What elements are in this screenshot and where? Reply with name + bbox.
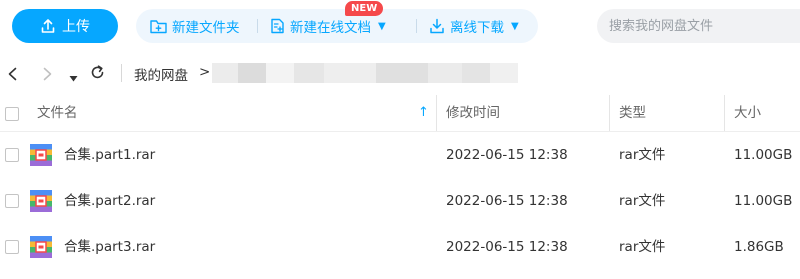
upload-button[interactable]: 上传 (12, 9, 118, 43)
table-row[interactable]: 合集.part3.rar 2022-06-15 12:38 rar文件 1.86… (0, 224, 800, 270)
file-size: 11.00GB (734, 147, 793, 163)
column-divider[interactable] (724, 95, 725, 131)
row-checkbox[interactable] (5, 194, 19, 208)
history-dropdown-button[interactable] (69, 68, 78, 87)
column-divider[interactable] (609, 95, 610, 131)
table-row[interactable]: 合集.part2.rar 2022-06-15 12:38 rar文件 11.0… (0, 178, 800, 224)
select-all-checkbox[interactable] (5, 107, 19, 121)
file-modified: 2022-06-15 12:38 (446, 147, 568, 163)
new-online-doc-label: 新建在线文档 (290, 20, 371, 36)
file-name[interactable]: 合集.part1.rar (64, 132, 155, 178)
rar-file-icon (30, 190, 52, 212)
column-header-type[interactable]: 类型 (619, 95, 646, 131)
dropdown-icon (69, 76, 78, 82)
file-type: rar文件 (619, 147, 666, 163)
file-modified: 2022-06-15 12:38 (446, 193, 568, 209)
redacted-path (266, 63, 294, 83)
new-folder-button[interactable]: 新建文件夹 (150, 9, 240, 43)
offline-download-button[interactable]: 离线下载 ▼ (429, 9, 519, 43)
column-header-modified[interactable]: 修改时间 (446, 95, 500, 131)
redacted-path (462, 63, 490, 83)
new-folder-icon (150, 19, 167, 33)
rar-file-icon (30, 236, 52, 258)
chevron-down-icon: ▼ (378, 20, 386, 32)
file-name[interactable]: 合集.part2.rar (64, 178, 155, 224)
offline-download-label: 离线下载 (450, 20, 504, 36)
separator (416, 19, 417, 33)
redacted-path (294, 63, 324, 83)
file-modified: 2022-06-15 12:38 (446, 239, 568, 255)
forward-icon (43, 67, 52, 81)
file-size: 11.00GB (734, 193, 793, 209)
redacted-path (376, 63, 428, 83)
new-folder-label: 新建文件夹 (172, 20, 240, 36)
separator (257, 19, 258, 33)
refresh-button[interactable] (90, 65, 105, 84)
sort-arrow-icon[interactable]: ↑ (418, 95, 429, 131)
row-checkbox[interactable] (5, 240, 19, 254)
file-type: rar文件 (619, 193, 666, 209)
table-header: 文件名 ↑ 修改时间 类型 大小 (0, 95, 800, 132)
upload-label: 上传 (62, 19, 90, 35)
column-divider[interactable] (436, 95, 437, 131)
redacted-path (212, 63, 238, 83)
file-name[interactable]: 合集.part3.rar (64, 224, 155, 270)
breadcrumb-root[interactable]: 我的网盘 (134, 64, 188, 84)
redacted-path (490, 63, 518, 83)
toolbar: 上传 新建文件夹 新建在线文档 ▼ NEW 离线下载 ▼ 搜索我的网盘文件 (0, 0, 800, 52)
rar-file-icon (30, 144, 52, 166)
chevron-down-icon: ▼ (511, 20, 519, 32)
row-checkbox[interactable] (5, 148, 19, 162)
refresh-icon (91, 65, 104, 79)
nav-divider (121, 64, 122, 82)
new-doc-icon (271, 18, 284, 34)
forward-button[interactable] (40, 66, 54, 85)
file-type: rar文件 (619, 239, 666, 255)
redacted-path (428, 63, 462, 83)
column-header-name[interactable]: 文件名 (37, 95, 78, 131)
download-icon (430, 18, 444, 34)
action-bar: 新建文件夹 新建在线文档 ▼ NEW 离线下载 ▼ (136, 1, 538, 43)
file-size: 1.86GB (734, 239, 784, 255)
upload-icon (41, 19, 55, 33)
back-button[interactable] (6, 66, 20, 85)
redacted-path (324, 63, 376, 83)
redacted-path (238, 63, 266, 83)
back-icon (8, 67, 17, 81)
breadcrumb-separator: > (199, 64, 211, 80)
column-header-size[interactable]: 大小 (734, 95, 761, 131)
search-input[interactable] (597, 9, 800, 43)
new-badge: NEW (345, 1, 384, 16)
table-row[interactable]: 合集.part1.rar 2022-06-15 12:38 rar文件 11.0… (0, 132, 800, 178)
